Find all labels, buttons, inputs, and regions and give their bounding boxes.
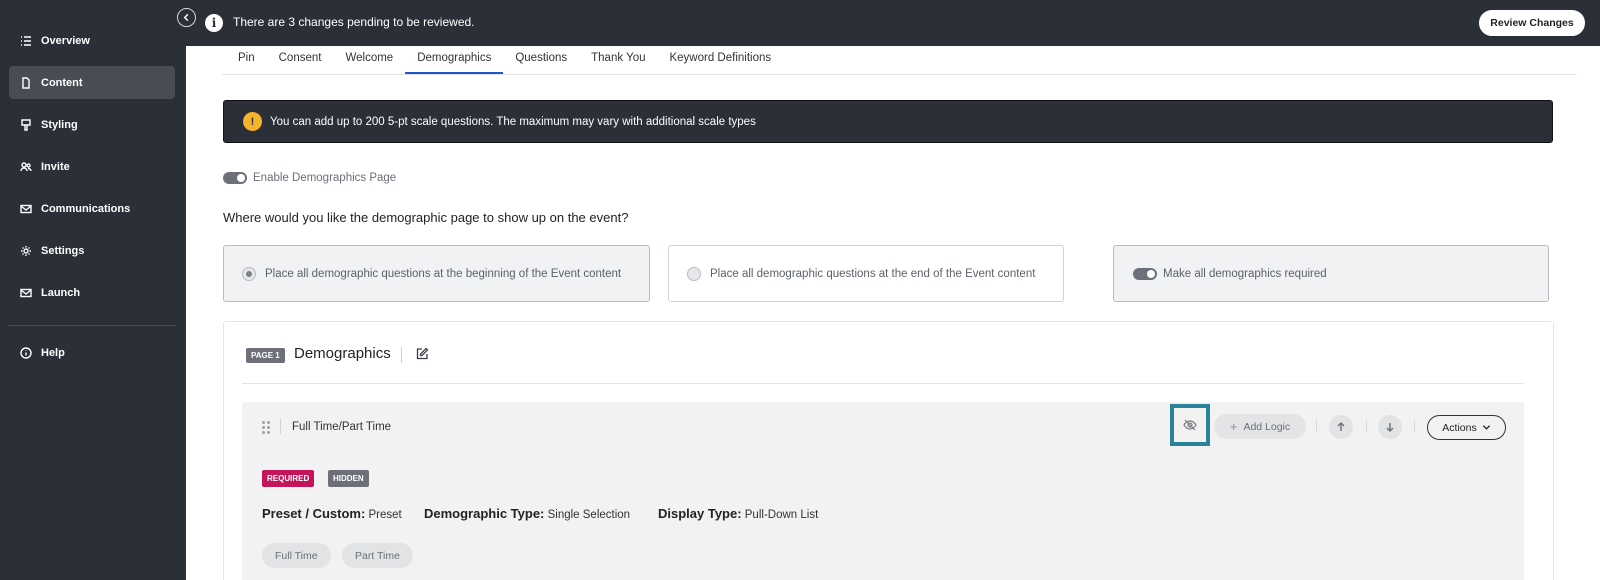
eye-off-icon xyxy=(1183,419,1197,431)
document-icon xyxy=(18,76,34,90)
main-content: Pin Consent Welcome Demographics Questio… xyxy=(186,46,1600,580)
add-logic-button[interactable]: + Add Logic xyxy=(1214,414,1306,439)
tab-thank-you[interactable]: Thank You xyxy=(579,46,657,74)
tab-keyword-definitions[interactable]: Keyword Definitions xyxy=(657,46,783,74)
sidebar-item-overview[interactable]: Overview xyxy=(9,24,175,57)
enable-demographics-row: Enable Demographics Page xyxy=(223,172,396,184)
brush-icon xyxy=(18,118,34,132)
sidebar-item-label: Overview xyxy=(41,34,90,47)
add-logic-label: Add Logic xyxy=(1243,420,1291,433)
scale-limit-notice: ! You can add up to 200 5-pt scale quest… xyxy=(223,100,1553,143)
require-all-card: Make all demographics required xyxy=(1113,245,1549,302)
meta-value: Pull-Down List xyxy=(744,509,819,521)
sidebar-item-launch[interactable]: Launch xyxy=(9,276,175,309)
placement-option-end[interactable]: Place all demographic questions at the e… xyxy=(668,245,1064,302)
info-circle-icon xyxy=(18,346,34,360)
tab-questions[interactable]: Questions xyxy=(503,46,579,74)
action-divider xyxy=(1414,420,1415,433)
tab-demographics[interactable]: Demographics xyxy=(405,46,504,74)
sidebar-item-label: Content xyxy=(41,76,83,89)
chevron-left-icon xyxy=(183,13,189,22)
sidebar-item-communications[interactable]: Communications xyxy=(9,192,175,225)
sidebar-divider xyxy=(9,325,175,326)
notice-text: You can add up to 200 5-pt scale questio… xyxy=(270,115,756,128)
placement-option-label: Place all demographic questions at the b… xyxy=(265,267,622,280)
question-block: Full Time/Part Time + Add Logic Actions … xyxy=(242,402,1524,580)
mail-icon xyxy=(18,202,34,216)
require-all-label: Make all demographics required xyxy=(1163,267,1327,280)
users-icon xyxy=(18,160,34,174)
display-type-meta: Display Type: Pull-Down List xyxy=(658,506,818,521)
meta-value: Preset xyxy=(368,509,402,521)
sidebar-item-content[interactable]: Content xyxy=(9,66,175,99)
list-icon xyxy=(18,34,34,48)
arrow-down-icon xyxy=(1386,423,1394,432)
warning-icon: ! xyxy=(243,112,262,131)
enable-demographics-label: Enable Demographics Page xyxy=(253,172,397,184)
question-name: Full Time/Part Time xyxy=(292,421,392,433)
edit-icon[interactable] xyxy=(416,347,429,360)
content-tabs: Pin Consent Welcome Demographics Questio… xyxy=(226,46,783,74)
action-divider xyxy=(1316,420,1317,433)
tab-consent[interactable]: Consent xyxy=(267,46,334,74)
sidebar-item-help[interactable]: Help xyxy=(9,336,175,369)
review-changes-button[interactable]: Review Changes xyxy=(1479,10,1585,36)
radio-selected[interactable] xyxy=(242,266,256,281)
collapse-sidebar-button[interactable] xyxy=(177,8,196,27)
answer-option-chip: Full Time xyxy=(262,543,331,568)
visibility-toggle-button[interactable] xyxy=(1170,404,1210,446)
sidebar: Overview Content Styling Invite Communic… xyxy=(0,0,186,580)
gear-icon xyxy=(18,244,34,258)
tabs-divider xyxy=(222,74,1577,75)
pending-changes-message: There are 3 changes pending to be review… xyxy=(233,15,475,29)
demographic-type-meta: Demographic Type: Single Selection xyxy=(424,506,630,521)
chevron-down-icon xyxy=(1482,425,1490,430)
sidebar-item-label: Communications xyxy=(41,202,131,215)
title-divider xyxy=(401,347,402,363)
meta-label: Preset / Custom: xyxy=(262,506,366,521)
arrow-up-icon xyxy=(1337,422,1345,431)
actions-label: Actions xyxy=(1442,421,1477,434)
sidebar-item-label: Launch xyxy=(41,286,81,299)
demographics-page-card: PAGE 1 Demographics Full Time/Part Time … xyxy=(223,321,1554,580)
radio-unselected[interactable] xyxy=(687,266,701,281)
move-up-button[interactable] xyxy=(1329,415,1353,439)
plus-icon: + xyxy=(1229,419,1238,434)
meta-label: Display Type: xyxy=(658,506,742,521)
move-down-button[interactable] xyxy=(1378,415,1402,439)
sidebar-item-label: Styling xyxy=(41,118,78,131)
hidden-badge: HIDDEN xyxy=(328,470,369,487)
tab-welcome[interactable]: Welcome xyxy=(333,46,405,74)
answer-option-chip: Part Time xyxy=(342,543,413,568)
page-title: Demographics xyxy=(294,345,391,362)
sidebar-item-label: Help xyxy=(41,346,65,359)
info-icon: i xyxy=(205,14,223,32)
meta-label: Demographic Type: xyxy=(424,506,545,521)
mail-icon xyxy=(18,286,34,300)
sidebar-item-label: Settings xyxy=(41,244,85,257)
sidebar-item-label: Invite xyxy=(41,160,70,173)
require-all-toggle[interactable] xyxy=(1133,267,1157,280)
placement-option-label: Place all demographic questions at the e… xyxy=(710,267,1036,280)
page-badge: PAGE 1 xyxy=(246,348,285,363)
preset-custom-meta: Preset / Custom: Preset xyxy=(262,506,402,521)
drag-handle-icon[interactable] xyxy=(262,421,270,434)
question-divider xyxy=(280,419,281,434)
actions-dropdown-button[interactable]: Actions xyxy=(1427,415,1506,440)
placement-question: Where would you like the demographic pag… xyxy=(223,210,629,225)
action-divider xyxy=(1366,420,1367,433)
sidebar-item-settings[interactable]: Settings xyxy=(9,234,175,267)
meta-value: Single Selection xyxy=(547,509,631,521)
sidebar-item-invite[interactable]: Invite xyxy=(9,150,175,183)
enable-demographics-toggle[interactable] xyxy=(223,172,247,184)
page-header-divider xyxy=(242,383,1524,384)
sidebar-item-styling[interactable]: Styling xyxy=(9,108,175,141)
tab-pin[interactable]: Pin xyxy=(226,46,267,74)
placement-option-beginning[interactable]: Place all demographic questions at the b… xyxy=(223,245,650,302)
required-badge: REQUIRED xyxy=(262,470,315,487)
